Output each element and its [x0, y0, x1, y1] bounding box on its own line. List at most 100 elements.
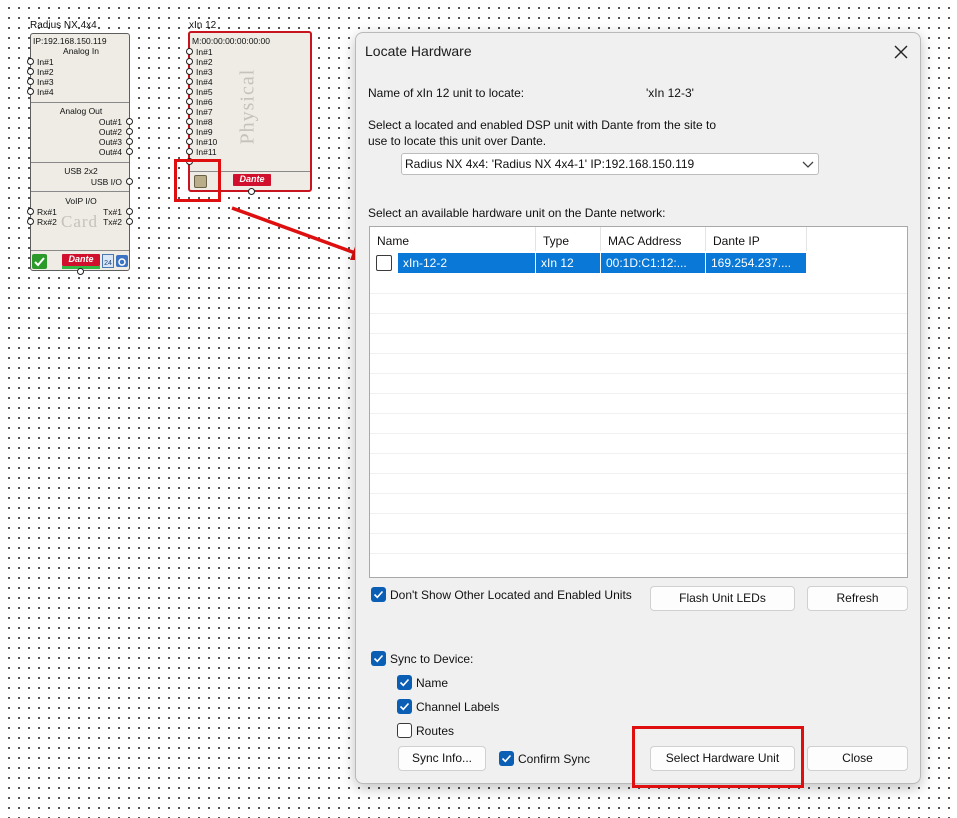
- sync-routes-checkbox[interactable]: [397, 723, 412, 738]
- analog-in-header: Analog In: [63, 46, 99, 56]
- checkmark-icon: [399, 678, 410, 687]
- grid-line: [370, 373, 907, 374]
- annotation-highlight-select-button: [632, 726, 804, 788]
- dsp-unit-dropdown[interactable]: Radius NX 4x4: 'Radius NX 4x4-1' IP:192.…: [401, 153, 819, 175]
- input-port[interactable]: [186, 78, 193, 85]
- section-divider: [31, 191, 129, 192]
- input-port[interactable]: [27, 78, 34, 85]
- input-port[interactable]: [27, 58, 34, 65]
- bottom-port[interactable]: [77, 268, 84, 275]
- voip-rx-port[interactable]: [27, 208, 34, 215]
- confirm-sync-checkbox[interactable]: [499, 751, 514, 766]
- voip-tx-port[interactable]: [126, 218, 133, 225]
- list-header: Name Type MAC Address Dante IP: [370, 227, 807, 251]
- flash-unit-leds-button[interactable]: Flash Unit LEDs: [650, 586, 795, 611]
- analog-out-header: Analog Out: [59, 106, 103, 116]
- sync-name-checkbox[interactable]: [397, 675, 412, 690]
- section-divider: [31, 250, 129, 251]
- voip-header: VoIP I/O: [65, 196, 97, 206]
- close-icon: [894, 45, 908, 59]
- input-port[interactable]: [186, 118, 193, 125]
- close-button[interactable]: Close: [807, 746, 908, 771]
- dante-logo: Dante: [233, 174, 271, 186]
- network-label: Select an available hardware unit on the…: [368, 206, 666, 220]
- input-port[interactable]: [186, 148, 193, 155]
- dont-show-checkbox[interactable]: [371, 587, 386, 602]
- radius-nx-block[interactable]: IP:192.168.150.119 Analog In In#1 In#2 I…: [27, 33, 133, 275]
- output-port[interactable]: [126, 148, 133, 155]
- input-port[interactable]: [186, 98, 193, 105]
- radius-block-title: Radius NX 4x4: [30, 20, 97, 31]
- input-port[interactable]: [186, 88, 193, 95]
- output-label: Out#4: [98, 147, 122, 157]
- checkmark-icon: [399, 702, 410, 711]
- grid-line: [370, 533, 907, 534]
- bottom-port[interactable]: [248, 188, 255, 195]
- chevron-down-icon: [802, 161, 814, 168]
- column-header-dante-ip[interactable]: Dante IP: [706, 227, 807, 251]
- dont-show-label: Don't Show Other Located and Enabled Uni…: [390, 588, 632, 602]
- input-port[interactable]: [186, 138, 193, 145]
- input-label: In#11: [196, 147, 217, 157]
- sync-channel-labels-checkbox[interactable]: [397, 699, 412, 714]
- refresh-button[interactable]: Refresh: [807, 586, 908, 611]
- checkmark-icon: [501, 754, 512, 763]
- voip-rx-label: Rx#1: [37, 207, 57, 217]
- grid-line: [370, 393, 907, 394]
- input-label: In#1: [196, 47, 213, 57]
- input-label: In#3: [37, 77, 54, 87]
- input-port[interactable]: [27, 88, 34, 95]
- usb-header: USB 2x2: [64, 166, 98, 176]
- voip-rx-label: Rx#2: [37, 217, 57, 227]
- hardware-unit-list[interactable]: Name Type MAC Address Dante IP xIn-12-2 …: [369, 226, 908, 578]
- input-label: In#5: [196, 87, 213, 97]
- output-port[interactable]: [126, 118, 133, 125]
- table-row[interactable]: xIn-12-2 xIn 12 00:1D:C1:12:... 169.254.…: [370, 253, 807, 273]
- sync-routes-label: Routes: [416, 724, 455, 738]
- input-port[interactable]: [186, 128, 193, 135]
- check-status-icon: [32, 254, 47, 269]
- xin-block-title: xIn 12: [189, 20, 217, 31]
- input-label: In#2: [37, 67, 54, 77]
- input-port[interactable]: [186, 58, 193, 65]
- sync-info-button[interactable]: Sync Info...: [398, 746, 486, 771]
- checkmark-icon: [373, 654, 384, 663]
- grid-line: [370, 413, 907, 414]
- sync-to-device-label: Sync to Device:: [390, 652, 474, 666]
- sync-to-device-checkbox[interactable]: [371, 651, 386, 666]
- output-port[interactable]: [126, 138, 133, 145]
- input-port[interactable]: [186, 48, 193, 55]
- input-port[interactable]: [186, 68, 193, 75]
- grid-line: [370, 293, 907, 294]
- locate-hardware-dialog: Locate Hardware Name of xIn 12 unit to l…: [355, 32, 921, 784]
- output-port[interactable]: [126, 128, 133, 135]
- input-port[interactable]: [27, 68, 34, 75]
- dsp-unit-dropdown-value: Radius NX 4x4: 'Radius NX 4x4-1' IP:192.…: [405, 157, 695, 171]
- input-port[interactable]: [186, 108, 193, 115]
- input-label: In#10: [196, 137, 218, 147]
- dante-logo: Dante: [62, 254, 100, 266]
- grid-line: [370, 553, 907, 554]
- unit-name-value: 'xIn 12-3': [646, 86, 694, 100]
- calendar-icon: 24: [102, 254, 114, 268]
- input-label: In#8: [196, 117, 213, 127]
- row-checkbox[interactable]: [376, 255, 392, 271]
- close-window-button[interactable]: [886, 39, 916, 65]
- input-label: In#9: [196, 127, 213, 137]
- usb-port[interactable]: [126, 178, 133, 185]
- grid-line: [370, 313, 907, 314]
- sync-channel-labels-label: Channel Labels: [416, 700, 500, 714]
- grid-line: [370, 433, 907, 434]
- column-header-name[interactable]: Name: [370, 227, 536, 251]
- cell-dante-ip: 169.254.237....: [706, 253, 807, 273]
- voip-rx-port[interactable]: [27, 218, 34, 225]
- input-label: In#1: [37, 57, 54, 67]
- column-header-type[interactable]: Type: [536, 227, 601, 251]
- column-header-mac[interactable]: MAC Address: [601, 227, 706, 251]
- cell-type: xIn 12: [536, 253, 601, 273]
- section-divider: [31, 162, 129, 163]
- voip-tx-port[interactable]: [126, 208, 133, 215]
- annotation-highlight-locate-icon: [174, 159, 221, 202]
- section-divider: [31, 102, 129, 103]
- grid-line: [370, 493, 907, 494]
